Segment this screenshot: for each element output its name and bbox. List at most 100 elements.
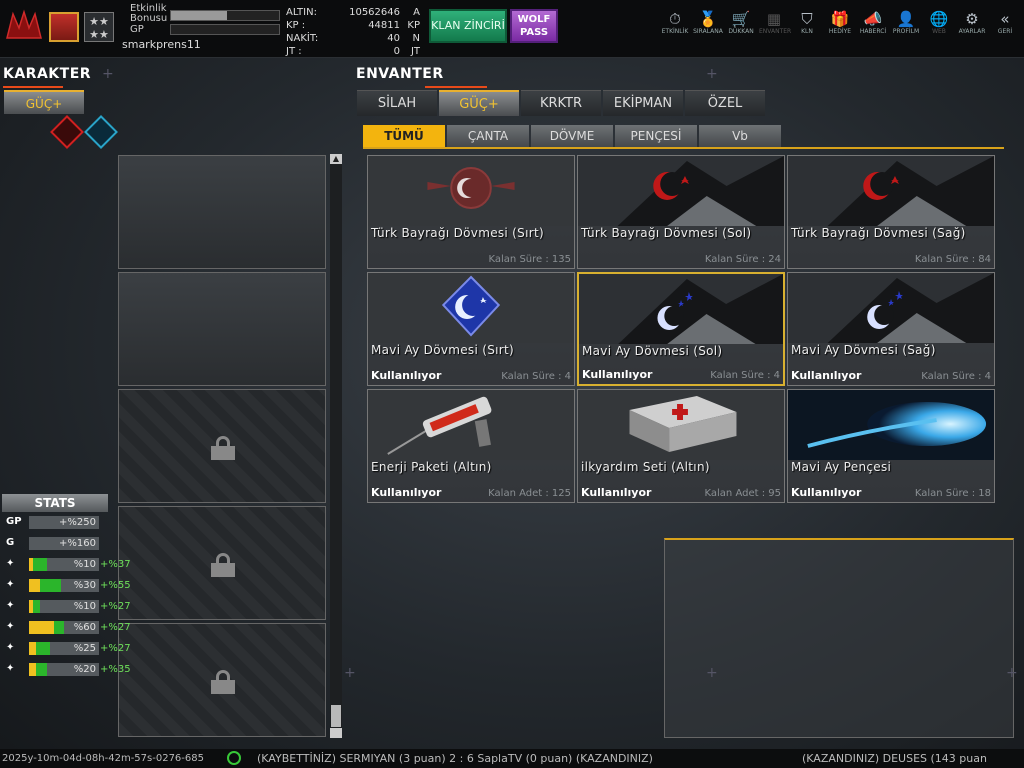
currency-value: 10562646: [349, 7, 400, 18]
inventory-item-card[interactable]: Mavi Ay Pençesi Kullanılıyor Kalan Süre : …: [787, 389, 995, 503]
inventory-item-card[interactable]: Türk Bayrağı Dövmesi (Sırt) Kalan Süre : …: [367, 155, 575, 269]
scroll-up-arrow-icon[interactable]: ▲: [330, 154, 342, 164]
item-name: Türk Bayrağı Dövmesi (Sol): [581, 226, 752, 240]
nav-label: ENVANTER: [759, 28, 792, 35]
tab-silah[interactable]: SİLAH: [357, 90, 437, 116]
nav-gear[interactable]: ⚙ AYARLAR: [957, 10, 987, 35]
nav-inventory[interactable]: ▦ ENVANTER: [759, 10, 792, 35]
gift-icon: 🎁: [830, 10, 850, 28]
inventory-item-card[interactable]: ilkyardım Seti (Altın) Kullanılıyor Kalan …: [577, 389, 785, 503]
inventory-tabs: SİLAH GÜÇ+ KRKTR EKİPMAN ÖZEL: [357, 90, 767, 116]
item-remaining: Kalan Süre : 24: [704, 254, 781, 265]
item-detail-panel: [664, 538, 1014, 738]
stat-bonus-fill: [36, 642, 50, 655]
subtab-3[interactable]: PENÇESİ: [615, 125, 697, 147]
item-remaining: Kalan Süre : 4: [501, 371, 571, 382]
stat-bonus-fill: [33, 558, 48, 571]
currency-label: ALTIN:: [286, 7, 317, 18]
nav-gift[interactable]: 🎁 HEDİYE: [825, 10, 855, 35]
stat-value: %25: [73, 643, 96, 654]
stat-bonus: +%27: [100, 601, 131, 612]
equip-slot-locked: [118, 623, 326, 737]
nav-back[interactable]: «GERİ: [990, 10, 1020, 35]
stat-value: +%160: [59, 538, 96, 549]
stat-bar: %30: [29, 579, 99, 592]
wolf-pass-button[interactable]: WOLF PASS: [510, 9, 558, 43]
stat-gp-icon: GP: [6, 516, 22, 527]
crescent-blue-icon: [579, 274, 783, 344]
stat-row: ✦ %25 +%27: [2, 638, 131, 659]
currency-label: NAKİT:: [286, 33, 319, 44]
blue-tattoo-icon[interactable]: [84, 115, 118, 149]
nav-label: PROFİLM: [892, 28, 920, 35]
scroll-down-arrow-icon[interactable]: [330, 728, 342, 738]
currency-unit: N: [412, 33, 420, 44]
inventory-item-card[interactable]: Mavi Ay Dövmesi (Sol) Kullanılıyor Kalan S…: [577, 272, 785, 386]
red-tattoo-icon[interactable]: [50, 115, 84, 149]
nav-medal[interactable]: 🏅 SIRALANA: [693, 10, 723, 35]
nav-cart[interactable]: 🛒 DÜKKAN: [726, 10, 756, 35]
klan-chain-button[interactable]: KLAN ZİNCİRİ: [429, 9, 507, 43]
item-status: Kullanılıyor: [581, 486, 652, 499]
nav-shield[interactable]: ⛉ KLN: [792, 10, 822, 35]
tab-krktr[interactable]: KRKTR: [521, 90, 601, 116]
status-dot-icon: [227, 751, 241, 765]
stat-base-fill: [29, 621, 54, 634]
stat-bonus: +%27: [100, 622, 131, 633]
currency-row-kp: KP : 44811 KP: [286, 19, 422, 32]
inventory-item-card[interactable]: Mavi Ay Dövmesi (Sırt) Kullanılıyor Kalan …: [367, 272, 575, 386]
currency-row-jt: JT : 0 JT: [286, 45, 422, 58]
inventory-item-card[interactable]: Mavi Ay Dövmesi (Sağ) Kullanılıyor Kalan S…: [787, 272, 995, 386]
currency-row-altin: ALTIN: 10562646 A: [286, 6, 422, 19]
subtab-1[interactable]: ÇANTA: [447, 125, 529, 147]
subtab-2[interactable]: DÖVME: [531, 125, 613, 147]
tab-ekipman[interactable]: EKİPMAN: [603, 90, 683, 116]
inventory-item-card[interactable]: Enerji Paketi (Altın) Kullanılıyor Kalan A…: [367, 389, 575, 503]
stat-base-fill: [29, 663, 36, 676]
nav-globe[interactable]: 🌐 WEB: [924, 10, 954, 35]
stat-bar: %60: [29, 621, 99, 634]
item-status: Kullanılıyor: [371, 369, 442, 382]
gear-icon: ⚙: [965, 10, 979, 28]
slots-scrollbar[interactable]: [330, 154, 342, 738]
tab-güç[interactable]: GÜÇ+: [439, 90, 519, 116]
currency-unit: JT: [410, 46, 420, 57]
stat-bonus-fill: [53, 621, 64, 634]
nav-clock[interactable]: ⏱ ETKİNLİK: [660, 10, 690, 35]
tab-guc-plus-left[interactable]: GÜÇ+: [4, 90, 84, 114]
emblem-blue-icon: [368, 273, 574, 343]
stat-value: +%250: [59, 517, 96, 528]
inventory-item-card[interactable]: Türk Bayrağı Dövmesi (Sağ) Kalan Süre : 8…: [787, 155, 995, 269]
stat-row: G +%160: [2, 533, 110, 554]
equip-slot-2[interactable]: [118, 272, 326, 386]
reload-icon: ✦: [6, 600, 15, 611]
nav-label: ETKİNLİK: [661, 28, 689, 35]
health-icon: ✦: [6, 621, 15, 632]
nav-label: SIRALANA: [693, 28, 723, 35]
nav-label: KLN: [801, 28, 813, 35]
scroll-thumb[interactable]: [331, 705, 341, 727]
subtab-4[interactable]: Vb: [699, 125, 781, 147]
subtab-0[interactable]: TÜMÜ: [363, 125, 445, 147]
top-bar: ★★ ★★ Etkinlik Bonusu GP smarkprens11 ALT…: [0, 0, 1024, 58]
medal-icon: 🏅: [698, 10, 718, 28]
equip-slot-locked: [118, 506, 326, 620]
clan-emblem[interactable]: [49, 12, 79, 42]
equip-slot-1[interactable]: [118, 155, 326, 269]
item-status: Kullanılıyor: [791, 486, 862, 499]
emblem-red-icon: [368, 156, 574, 226]
megaphone-icon: 📣: [863, 10, 883, 28]
item-name: Mavi Ay Pençesi: [791, 460, 892, 474]
item-name: Enerji Paketi (Altın): [371, 460, 492, 474]
stat-bonus-fill: [36, 663, 47, 676]
currency-unit: KP: [407, 20, 420, 31]
ticker-message: (KAYBETTİNİZ) SERMIYAN (3 puan) 2 : 6 Sa…: [257, 752, 653, 765]
nav-megaphone[interactable]: 📣 HABERCİ: [858, 10, 888, 35]
nav-profile[interactable]: 👤 PROFİLM: [891, 10, 921, 35]
stats-panel: STATS GP +%250 G +%160 ✦ %10 +%37 ✦ %30 +%55 ✦ %10 +…: [2, 494, 131, 680]
inventory-item-card[interactable]: Türk Bayrağı Dövmesi (Sol) Kalan Süre : 2…: [577, 155, 785, 269]
currency-value: 40: [387, 33, 400, 44]
tab-özel[interactable]: ÖZEL: [685, 90, 765, 116]
main-nav: ⏱ ETKİNLİK 🏅 SIRALANA 🛒 DÜKKAN ▦ ENVANTER ⛉ KLN 🎁 H…: [657, 10, 1020, 35]
currency-label: JT :: [286, 46, 302, 57]
